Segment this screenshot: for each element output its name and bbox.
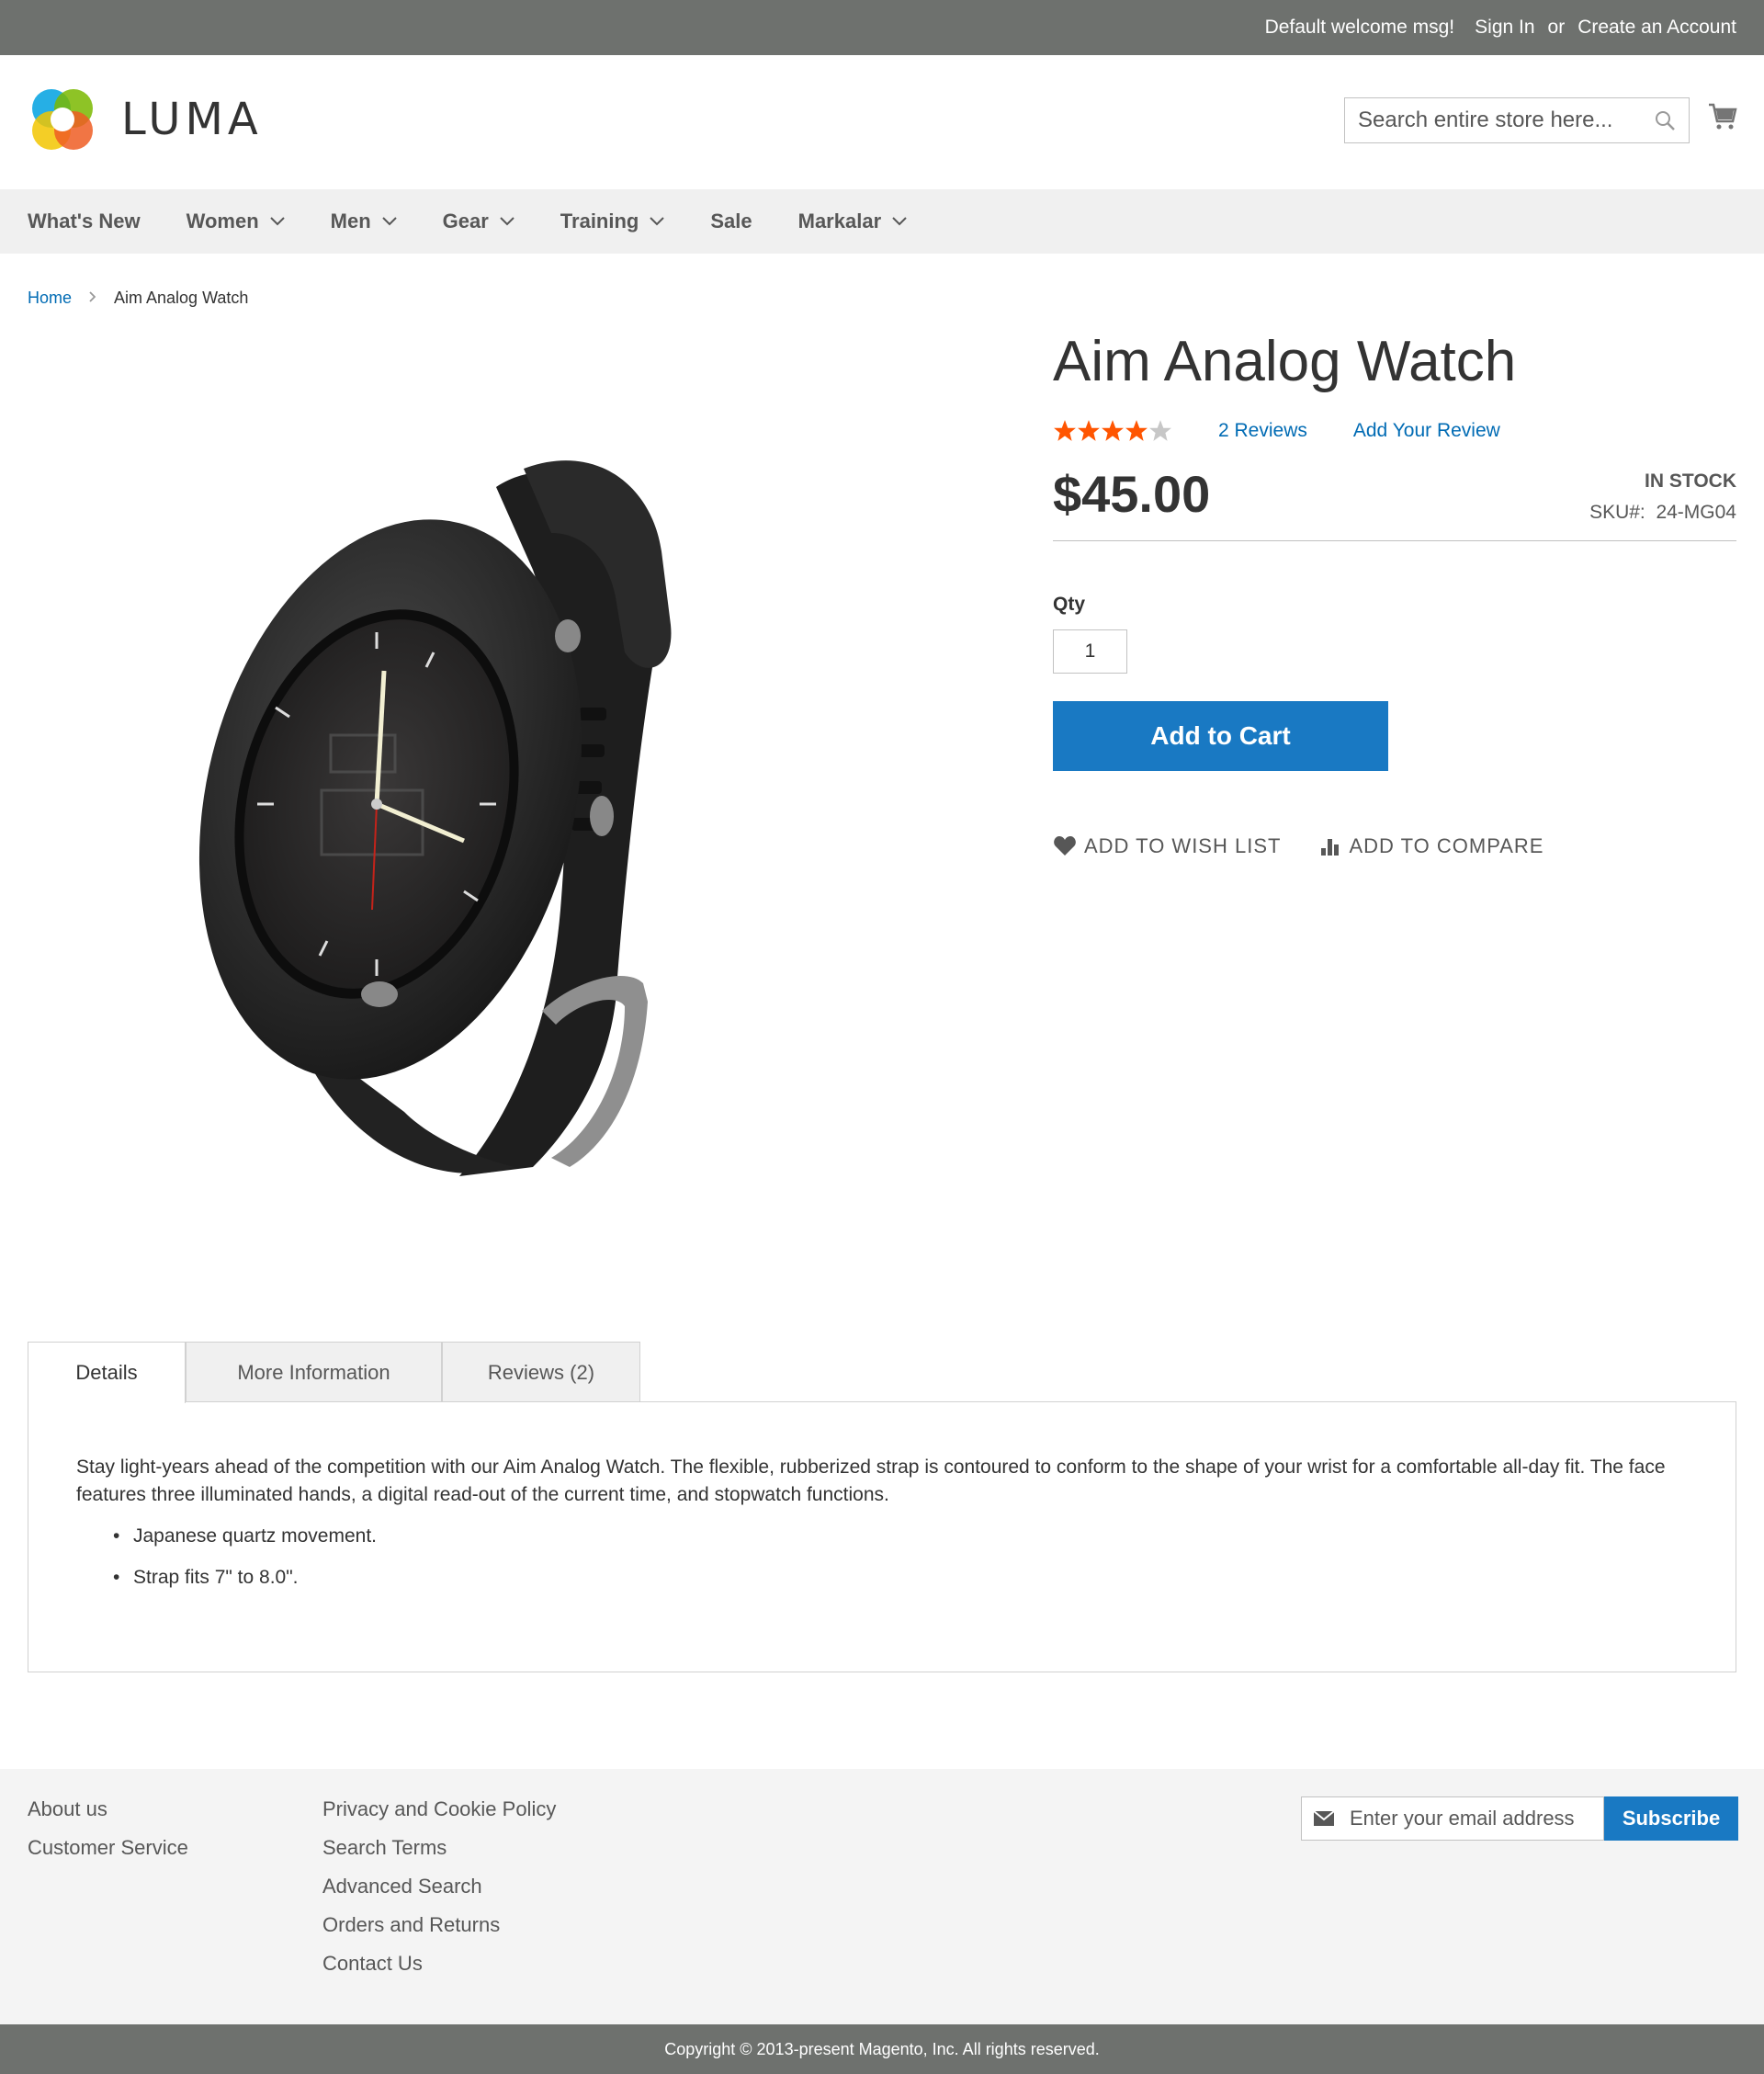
tab-reviews[interactable]: Reviews (2) (442, 1342, 640, 1402)
newsletter-email-input[interactable]: Enter your email address (1301, 1796, 1604, 1841)
top-panel: Default welcome msg! Sign In or Create a… (0, 0, 1764, 55)
compare-icon (1321, 839, 1340, 856)
tab-more-information[interactable]: More Information (186, 1342, 442, 1402)
nav-item-men[interactable]: Men (331, 210, 397, 233)
star-icon (1149, 420, 1171, 441)
rating-summary: 2 Reviews Add Your Review (1053, 419, 1500, 443)
nav-item-label: Training (560, 210, 639, 232)
footer-link-privacy[interactable]: Privacy and Cookie Policy (322, 1796, 556, 1821)
rating-stars (1053, 419, 1172, 443)
watch-image (198, 460, 672, 1176)
add-to-cart-button[interactable]: Add to Cart (1053, 701, 1388, 771)
nav-item-sale[interactable]: Sale (710, 210, 752, 233)
newsletter-placeholder: Enter your email address (1350, 1807, 1575, 1830)
logo-text: LUMA (121, 94, 263, 145)
nav-item-markalar[interactable]: Markalar (798, 210, 908, 233)
heart-icon (1054, 836, 1076, 856)
tab-details-content: Stay light-years ahead of the competitio… (28, 1401, 1736, 1672)
footer-link-advanced-search[interactable]: Advanced Search (322, 1874, 556, 1898)
nav-item-women[interactable]: Women (187, 210, 285, 233)
footer: About us Customer Service Privacy and Co… (0, 1769, 1764, 2024)
chevron-down-icon (892, 217, 907, 226)
qty-label: Qty (1053, 594, 1086, 615)
footer-link-orders-returns[interactable]: Orders and Returns (322, 1912, 556, 1937)
stock-status: IN STOCK (1645, 470, 1736, 492)
star-icon (1054, 420, 1076, 441)
divider (1053, 540, 1736, 541)
star-icon (1125, 420, 1148, 441)
breadcrumb-current: Aim Analog Watch (114, 289, 249, 307)
add-to-compare-label: ADD TO COMPARE (1349, 834, 1544, 857)
product-image[interactable] (184, 432, 845, 1199)
footer-link-search-terms[interactable]: Search Terms (322, 1835, 556, 1860)
or-separator: or (1547, 17, 1566, 38)
search-input[interactable]: Search entire store here... (1344, 97, 1690, 143)
breadcrumb: Home Aim Analog Watch (28, 289, 248, 308)
star-icon (1078, 420, 1100, 441)
nav-item-label: Men (330, 210, 371, 232)
product-description: Stay light-years ahead of the competitio… (76, 1456, 1666, 1505)
qty-input[interactable]: 1 (1053, 629, 1127, 674)
product-social-actions: ADD TO WISH LIST ADD TO COMPARE (1053, 834, 1583, 858)
welcome-message: Default welcome msg! (1264, 17, 1455, 38)
cart-icon (1709, 103, 1737, 130)
feature-list: Japanese quartz movement. Strap fits 7" … (113, 1523, 1688, 1592)
chevron-down-icon (650, 217, 665, 226)
sku-label: SKU#: (1589, 502, 1645, 523)
nav-item-label: Sale (710, 210, 752, 232)
main-navigation: What's New Women Men Gear Training Sale Markal… (0, 189, 1764, 254)
search-icon[interactable] (1654, 109, 1676, 131)
add-to-wishlist-label: ADD TO WISH LIST (1084, 834, 1282, 857)
chevron-down-icon (500, 217, 514, 226)
add-to-wishlist-link[interactable]: ADD TO WISH LIST (1053, 834, 1281, 858)
sign-in-link[interactable]: Sign In (1475, 17, 1534, 39)
product-title: Aim Analog Watch (1053, 330, 1517, 393)
add-review-link[interactable]: Add Your Review (1353, 420, 1500, 442)
copyright: Copyright © 2013-present Magento, Inc. A… (0, 2024, 1764, 2074)
star-icon (1102, 420, 1124, 441)
nav-item-label: Markalar (797, 210, 882, 232)
add-to-compare-link[interactable]: ADD TO COMPARE (1319, 834, 1544, 858)
product-sku: SKU#: 24-MG04 (1589, 502, 1736, 524)
logo[interactable]: LUMA (28, 85, 263, 154)
nav-item-label: Gear (442, 210, 489, 232)
feature-item: Strap fits 7" to 8.0". (113, 1564, 1688, 1592)
minicart-icon[interactable] (1707, 101, 1738, 137)
luma-logo-icon (32, 89, 93, 150)
tab-details[interactable]: Details (28, 1342, 186, 1403)
subscribe-button[interactable]: Subscribe (1604, 1796, 1738, 1841)
product-tabs: Details More Information Reviews (2) (28, 1342, 640, 1403)
nav-item-gear[interactable]: Gear (443, 210, 514, 233)
product-price: $45.00 (1053, 465, 1211, 523)
footer-link-about[interactable]: About us (28, 1796, 188, 1821)
sku-value: 24-MG04 (1656, 502, 1736, 523)
reviews-link[interactable]: 2 Reviews (1218, 420, 1307, 442)
nav-item-label: What's New (28, 210, 141, 232)
envelope-icon (1313, 1810, 1335, 1826)
footer-link-customer-service[interactable]: Customer Service (28, 1835, 188, 1860)
newsletter-form: Enter your email address Subscribe (1301, 1796, 1738, 1841)
search-placeholder: Search entire store here... (1358, 108, 1613, 132)
chevron-down-icon (269, 217, 285, 226)
create-account-link[interactable]: Create an Account (1577, 17, 1736, 39)
breadcrumb-home[interactable]: Home (28, 289, 72, 308)
feature-item: Japanese quartz movement. (113, 1523, 1688, 1550)
chevron-down-icon (381, 217, 397, 226)
footer-links-col1: About us Customer Service (28, 1796, 188, 1874)
nav-item-what-s-new[interactable]: What's New (28, 210, 141, 233)
footer-link-contact[interactable]: Contact Us (322, 1951, 556, 1976)
nav-item-training[interactable]: Training (560, 210, 665, 233)
footer-links-col2: Privacy and Cookie Policy Search Terms A… (322, 1796, 556, 1989)
nav-item-label: Women (186, 210, 259, 232)
breadcrumb-separator-icon (88, 289, 97, 308)
